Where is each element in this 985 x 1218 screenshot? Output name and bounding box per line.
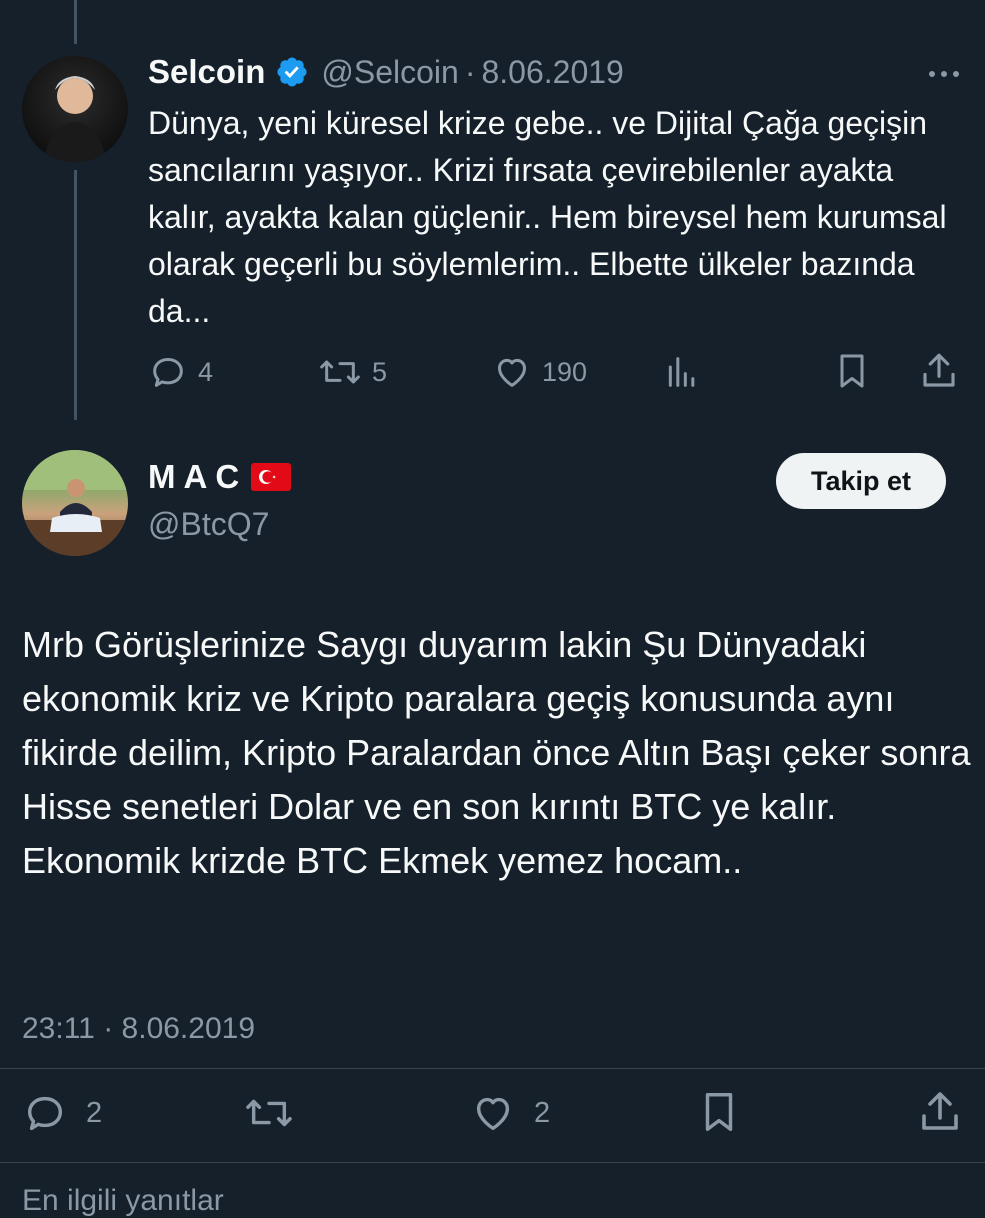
bookmark-icon [840, 354, 864, 388]
like-button[interactable]: 2 [470, 1090, 550, 1136]
tweet-timestamp[interactable]: 23:11 · 8.06.2019 [22, 1012, 255, 1046]
share-icon [922, 1092, 958, 1130]
author-handle[interactable]: @Selcoin [321, 54, 458, 91]
avatar-mac-image [22, 450, 128, 556]
bookmark-icon [705, 1093, 733, 1131]
like-button[interactable]: 190 [492, 352, 587, 392]
reply-count: 2 [86, 1096, 103, 1129]
tweet-text: Mrb Görüşlerinize Saygı duyarım lakin Şu… [22, 624, 971, 881]
reply-icon [153, 358, 183, 387]
reply-icon [27, 1096, 63, 1131]
avatar-selcoin-image [44, 76, 106, 162]
tweet-date[interactable]: 8.06.2019 [481, 54, 623, 91]
tweet-time: 23:11 [22, 1012, 95, 1045]
tweet-text: Dünya, yeni küresel krize gebe.. ve Diji… [148, 105, 947, 329]
more-icon[interactable] [922, 60, 966, 88]
share-icon [923, 353, 955, 387]
author-name-row[interactable]: MAC [148, 458, 292, 496]
author-handle[interactable]: @BtcQ7 [148, 506, 269, 543]
tweet-header: Selcoin @Selcoin · 8.06.2019 [148, 50, 624, 94]
turkey-flag-icon [251, 463, 292, 491]
retweet-button[interactable] [244, 1090, 294, 1136]
author-name[interactable]: Selcoin [148, 53, 265, 91]
bookmark-button[interactable] [696, 1088, 742, 1136]
share-button[interactable] [918, 350, 960, 392]
like-count: 2 [534, 1096, 551, 1129]
separator-dot: · [103, 1012, 114, 1045]
views-button[interactable] [662, 352, 702, 392]
verified-badge-icon [277, 57, 307, 87]
avatar[interactable] [22, 450, 128, 556]
replies-sort-label[interactable]: En ilgili yanıtlar [22, 1184, 224, 1218]
divider [0, 1068, 985, 1069]
retweet-icon [246, 1099, 292, 1127]
views-icon [668, 357, 695, 387]
separator-dot: · [464, 53, 476, 90]
like-count: 190 [542, 356, 588, 387]
avatar[interactable] [22, 56, 128, 162]
share-button[interactable] [916, 1088, 964, 1136]
reply-button[interactable]: 4 [148, 352, 213, 392]
reply-button[interactable]: 2 [22, 1090, 102, 1136]
like-icon [498, 358, 526, 387]
retweet-button[interactable]: 5 [318, 352, 387, 392]
retweet-count: 5 [372, 356, 388, 387]
thread-connector-line [74, 170, 77, 420]
follow-button[interactable]: Takip et [776, 453, 946, 509]
retweet-icon [320, 360, 360, 384]
tweet-date: 8.06.2019 [121, 1012, 256, 1045]
thread-connector-line [74, 0, 77, 44]
bookmark-button[interactable] [832, 350, 872, 392]
divider [0, 1162, 985, 1163]
author-name[interactable]: MAC [148, 458, 247, 496]
reply-count: 4 [198, 356, 214, 387]
like-icon [476, 1097, 510, 1131]
